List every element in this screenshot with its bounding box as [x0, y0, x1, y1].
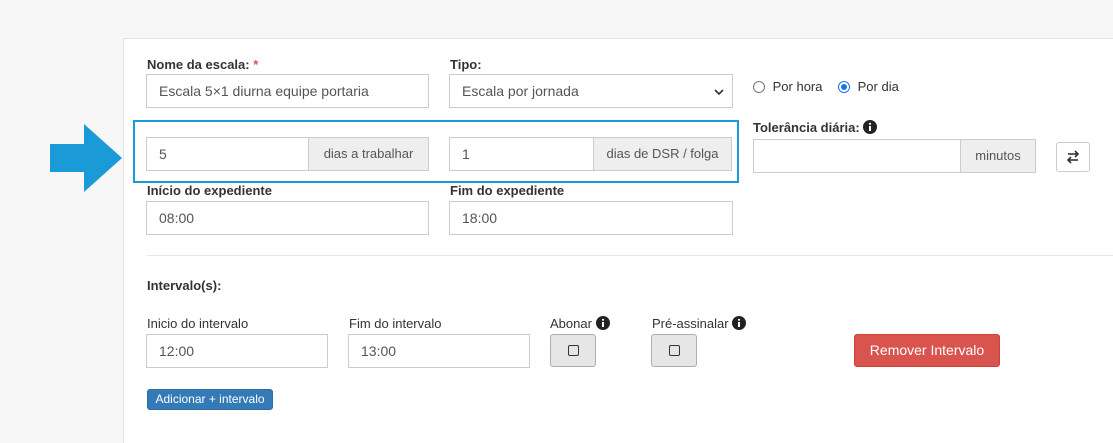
inicio-expediente-input[interactable]: 08:00: [146, 201, 429, 235]
section-divider: [147, 255, 1113, 256]
info-circle-icon[interactable]: [732, 316, 747, 330]
fim-expediente-label: Fim do expediente: [450, 183, 565, 198]
chevron-down-icon: [714, 89, 724, 96]
fim-intervalo-input[interactable]: 13:00: [348, 334, 530, 368]
tolerancia-addon: minutos: [960, 139, 1036, 173]
radio-por-dia-label: Por dia: [857, 79, 899, 94]
checkbox-empty-icon: [568, 345, 579, 356]
nome-label: Nome da escala: *: [147, 57, 259, 72]
radio-por-hora[interactable]: Por hora: [753, 79, 823, 94]
info-circle-icon[interactable]: [863, 120, 878, 134]
radio-por-dia[interactable]: Por dia: [838, 79, 899, 94]
required-mark: *: [253, 57, 259, 72]
inicio-intervalo-input[interactable]: 12:00: [146, 334, 328, 368]
fim-intervalo-label: Fim do intervalo: [349, 316, 442, 331]
adicionar-intervalo-button[interactable]: Adicionar + intervalo: [147, 389, 273, 410]
tolerancia-label: Tolerância diária:: [753, 120, 878, 135]
nome-input[interactable]: Escala 5×1 diurna equipe portaria: [146, 74, 429, 108]
inicio-expediente-label: Início do expediente: [147, 183, 272, 198]
tipo-select[interactable]: Escala por jornada: [449, 74, 733, 108]
tipo-selected: Escala por jornada: [462, 83, 579, 99]
swap-button[interactable]: [1056, 142, 1090, 172]
dias-trabalhar-addon: dias a trabalhar: [308, 137, 429, 171]
tolerancia-input[interactable]: [753, 139, 961, 173]
abonar-label: Abonar: [550, 316, 610, 331]
checkbox-empty-icon: [669, 345, 680, 356]
info-circle-icon[interactable]: [595, 316, 610, 330]
pre-assinalar-label: Pré-assinalar: [652, 316, 747, 331]
dias-folga-addon: dias de DSR / folga: [593, 137, 732, 171]
remover-intervalo-button[interactable]: Remover Intervalo: [854, 334, 1000, 367]
annotation-arrow-icon: [50, 124, 122, 192]
abonar-checkbox[interactable]: [550, 334, 596, 367]
tipo-label: Tipo:: [450, 57, 482, 72]
pre-assinalar-checkbox[interactable]: [651, 334, 697, 367]
fim-expediente-input[interactable]: 18:00: [449, 201, 733, 235]
intervalos-label: Intervalo(s):: [147, 278, 222, 293]
radio-selected-icon[interactable]: [838, 81, 850, 93]
radio-por-hora-label: Por hora: [772, 79, 823, 94]
swap-arrows-icon: [1066, 150, 1080, 164]
radio-circle-icon[interactable]: [753, 81, 765, 93]
dias-trabalhar-input[interactable]: 5: [146, 137, 309, 171]
dias-folga-input[interactable]: 1: [449, 137, 594, 171]
inicio-intervalo-label: Inicio do intervalo: [147, 316, 249, 331]
